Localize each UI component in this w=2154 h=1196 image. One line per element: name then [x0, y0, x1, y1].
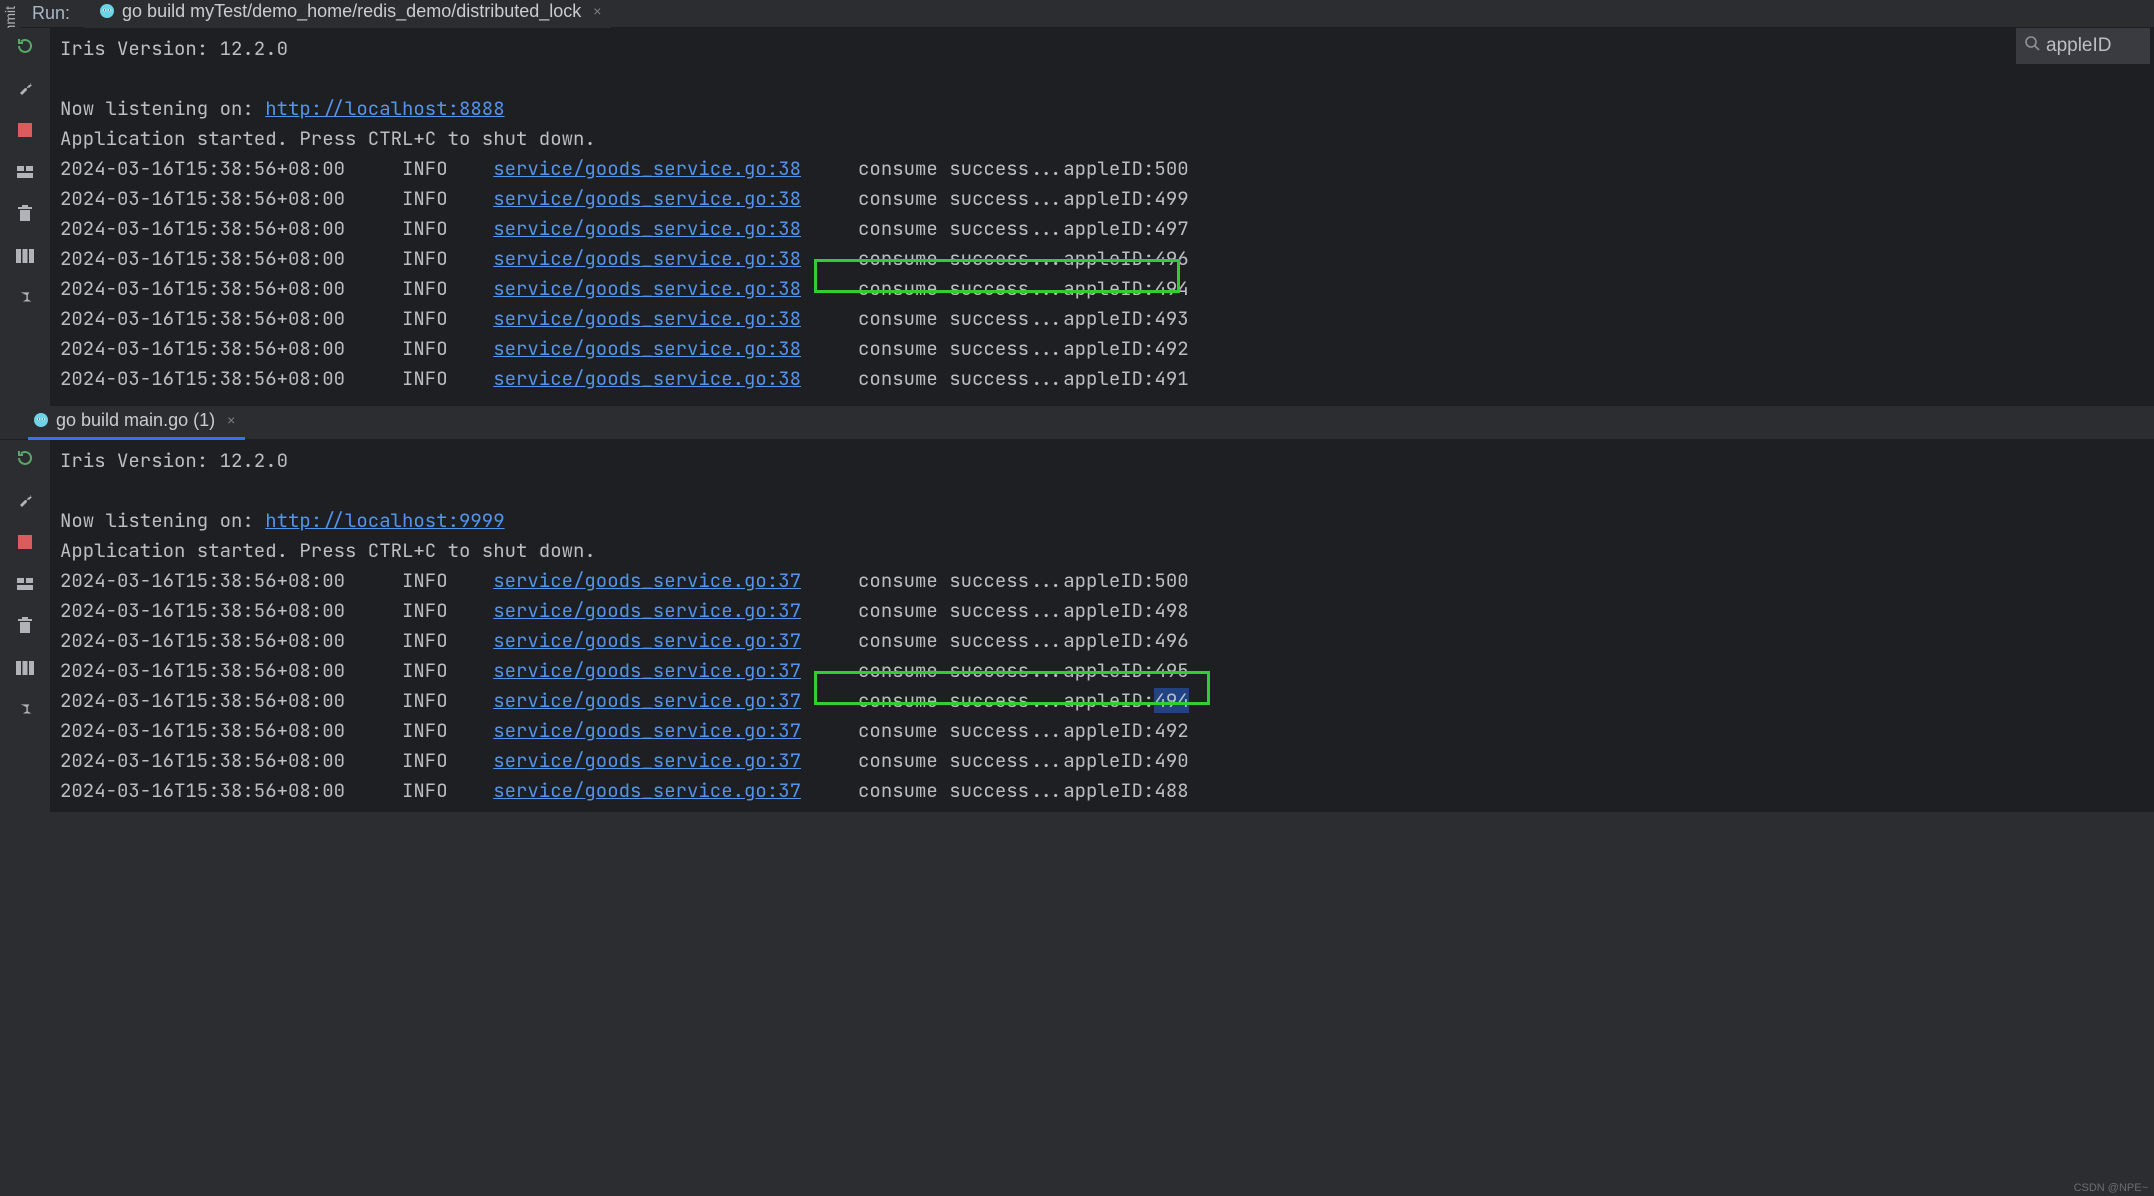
close-icon[interactable]: × [227, 412, 235, 428]
source-link[interactable]: service/goods_service.go:37 [493, 628, 801, 653]
console-line [60, 476, 2154, 506]
log-line: 2024-03-16T15:38:56+08:00 INFO service/g… [60, 214, 2154, 244]
source-link[interactable]: service/goods_service.go:37 [493, 658, 801, 683]
trash-icon[interactable] [13, 202, 37, 226]
listen-url-link[interactable]: http://localhost:9999 [265, 508, 504, 533]
watermark: CSDN @NPE~ [2074, 1182, 2148, 1194]
console-output-1[interactable]: Iris Version: 12.2.0 Now listening on: ht… [50, 28, 2154, 406]
log-line: 2024-03-16T15:38:56+08:00 INFO service/g… [60, 656, 2154, 686]
source-link[interactable]: service/goods_service.go:38 [493, 366, 801, 391]
run-label: Run: [18, 3, 84, 24]
wrench-icon[interactable] [13, 488, 37, 512]
run-tab-2[interactable]: go build main.go (1) × [28, 406, 245, 440]
columns-icon[interactable] [13, 244, 37, 268]
source-link[interactable]: service/goods_service.go:38 [493, 156, 801, 181]
gopher-icon [98, 2, 116, 20]
source-link[interactable]: service/goods_service.go:37 [493, 718, 801, 743]
console-line: Now listening on: http://localhost:8888 [60, 94, 2154, 124]
log-line: 2024-03-16T15:38:56+08:00 INFO service/g… [60, 686, 2154, 716]
run-tab-2-label: go build main.go (1) [56, 410, 215, 431]
columns-icon[interactable] [13, 656, 37, 680]
log-line: 2024-03-16T15:38:56+08:00 INFO service/g… [60, 566, 2154, 596]
source-link[interactable]: service/goods_service.go:38 [493, 306, 801, 331]
log-line: 2024-03-16T15:38:56+08:00 INFO service/g… [60, 716, 2154, 746]
console-toolbar-1 [0, 28, 50, 406]
source-link[interactable]: service/goods_service.go:37 [493, 778, 801, 803]
run-tab-1[interactable]: go build myTest/demo_home/redis_demo/dis… [94, 0, 611, 31]
log-line: 2024-03-16T15:38:56+08:00 INFO service/g… [60, 154, 2154, 184]
source-link[interactable]: service/goods_service.go:38 [493, 246, 801, 271]
rerun-icon[interactable] [13, 34, 37, 58]
layout-icon[interactable] [13, 572, 37, 596]
search-icon [2024, 35, 2040, 57]
pin-icon[interactable] [13, 698, 37, 722]
log-line: 2024-03-16T15:38:56+08:00 INFO service/g… [60, 334, 2154, 364]
source-link[interactable]: service/goods_service.go:37 [493, 568, 801, 593]
run-tab-1-label: go build myTest/demo_home/redis_demo/dis… [122, 1, 581, 22]
log-line: 2024-03-16T15:38:56+08:00 INFO service/g… [60, 184, 2154, 214]
stop-icon[interactable] [13, 530, 37, 554]
source-link[interactable]: service/goods_service.go:38 [493, 186, 801, 211]
stop-icon[interactable] [13, 118, 37, 142]
log-line: 2024-03-16T15:38:56+08:00 INFO service/g… [60, 596, 2154, 626]
wrench-icon[interactable] [13, 76, 37, 100]
close-icon[interactable]: × [593, 3, 601, 19]
pin-icon[interactable] [13, 286, 37, 310]
run-toolwindow-header: Run: go build myTest/demo_home/redis_dem… [0, 0, 2154, 28]
console-line: Now listening on: http://localhost:9999 [60, 506, 2154, 536]
source-link[interactable]: service/goods_service.go:38 [493, 216, 801, 241]
log-line: 2024-03-16T15:38:56+08:00 INFO service/g… [60, 626, 2154, 656]
source-link[interactable]: service/goods_service.go:38 [493, 276, 801, 301]
log-line: 2024-03-16T15:38:56+08:00 INFO service/g… [60, 364, 2154, 394]
source-link[interactable]: service/goods_service.go:37 [493, 598, 801, 623]
console-pane-1: Iris Version: 12.2.0 Now listening on: ht… [0, 28, 2154, 406]
log-line: 2024-03-16T15:38:56+08:00 INFO service/g… [60, 746, 2154, 776]
console-output-2[interactable]: Iris Version: 12.2.0 Now listening on: ht… [50, 440, 2154, 812]
source-link[interactable]: service/goods_service.go:38 [493, 336, 801, 361]
console-pane-2: Iris Version: 12.2.0 Now listening on: ht… [0, 440, 2154, 812]
console-line: Iris Version: 12.2.0 [60, 446, 2154, 476]
log-line: 2024-03-16T15:38:56+08:00 INFO service/g… [60, 776, 2154, 806]
console-line [60, 64, 2154, 94]
log-line: 2024-03-16T15:38:56+08:00 INFO service/g… [60, 304, 2154, 334]
console-line: Application started. Press CTRL+C to shu… [60, 124, 2154, 154]
rerun-icon[interactable] [13, 446, 37, 470]
console-line: Application started. Press CTRL+C to shu… [60, 536, 2154, 566]
source-link[interactable]: service/goods_service.go:37 [493, 748, 801, 773]
console-search-box[interactable]: appleID [2016, 28, 2150, 64]
gopher-icon [32, 411, 50, 429]
layout-icon[interactable] [13, 160, 37, 184]
log-line: 2024-03-16T15:38:56+08:00 INFO service/g… [60, 244, 2154, 274]
source-link[interactable]: service/goods_service.go:37 [493, 688, 801, 713]
search-text: appleID [2046, 35, 2112, 57]
console-line: Iris Version: 12.2.0 [60, 34, 2154, 64]
log-line: 2024-03-16T15:38:56+08:00 INFO service/g… [60, 274, 2154, 304]
trash-icon[interactable] [13, 614, 37, 638]
console-toolbar-2 [0, 440, 50, 812]
selected-text: 494 [1154, 688, 1188, 713]
listen-url-link[interactable]: http://localhost:8888 [265, 96, 504, 121]
